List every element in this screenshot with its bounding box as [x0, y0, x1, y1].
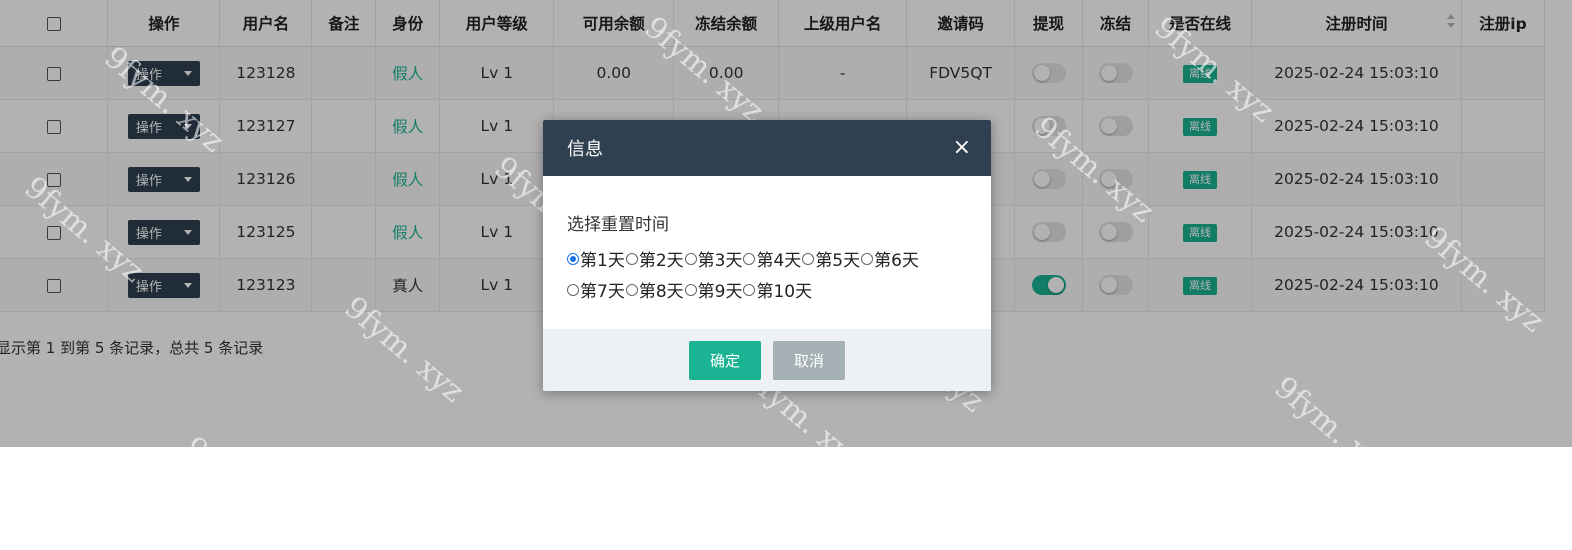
radio-button[interactable] [861, 252, 874, 265]
watermark-text: 9fym. xyz [17, 170, 151, 290]
radio-button[interactable] [743, 252, 756, 265]
reset-time-prompt: 选择重置时间 [567, 215, 669, 235]
dialog-body: 选择重置时间 第1天 第2天 第3天 第4天 第5天 第6天第7天 第8天 第9天 第10天 [543, 176, 991, 329]
watermark-text: 9fym. xyz [177, 430, 311, 550]
watermark-text: 9fym. xyz [637, 10, 771, 130]
day-radio-option[interactable]: 第2天 [625, 243, 684, 274]
day-radio-label: 第8天 [638, 282, 684, 302]
day-radio-group: 第1天 第2天 第3天 第4天 第5天 第6天第7天 第8天 第9天 第10天 [567, 243, 967, 305]
cancel-button[interactable]: 取消 [773, 340, 845, 380]
confirm-button[interactable]: 确定 [689, 340, 761, 380]
radio-button[interactable] [567, 252, 579, 265]
day-radio-label: 第4天 [756, 251, 802, 271]
day-radio-label: 第7天 [580, 282, 625, 302]
day-radio-label: 第10天 [756, 282, 813, 302]
dialog-title: 信息 [567, 139, 603, 160]
day-radio-label: 第5天 [815, 251, 861, 271]
day-radio-label: 第2天 [638, 251, 684, 271]
day-radio-option[interactable]: 第5天 [802, 243, 860, 274]
radio-button[interactable] [625, 252, 638, 265]
radio-button[interactable] [625, 283, 638, 296]
day-radio-label: 第6天 [874, 251, 919, 271]
radio-button[interactable] [743, 283, 756, 296]
radio-button[interactable] [567, 283, 579, 296]
day-radio-label: 第9天 [697, 282, 743, 302]
day-radio-label: 第1天 [580, 251, 625, 271]
day-radio-option[interactable]: 第9天 [684, 274, 743, 305]
day-radio-label: 第3天 [697, 251, 743, 271]
day-radio-option[interactable]: 第1天 [567, 243, 625, 274]
day-radio-option[interactable]: 第7天 [567, 274, 625, 305]
watermark-text: 9fym. xyz [1147, 10, 1281, 130]
day-radio-option[interactable]: 第10天 [743, 274, 812, 305]
day-radio-option[interactable]: 第4天 [743, 243, 801, 274]
watermark-text: 9fym. xyz [337, 290, 471, 410]
dialog-header: 信息 × [543, 120, 991, 176]
watermark-text: 9fym. xyz [97, 40, 231, 160]
radio-button[interactable] [802, 252, 815, 265]
close-icon[interactable]: × [953, 137, 971, 159]
day-radio-option[interactable]: 第8天 [625, 274, 684, 305]
day-radio-option[interactable]: 第6天 [861, 243, 919, 274]
day-radio-option[interactable]: 第3天 [684, 243, 743, 274]
radio-button[interactable] [684, 252, 697, 265]
watermark-text: 9fym. xyz [1027, 110, 1161, 230]
dialog-footer: 确定 取消 [543, 329, 991, 391]
reset-time-dialog: 信息 × 选择重置时间 第1天 第2天 第3天 第4天 第5天 第6天第7天 第8天 第9天第… [543, 120, 991, 391]
watermark-text: 9fym. xyz [1417, 220, 1551, 340]
radio-button[interactable] [684, 283, 697, 296]
watermark-text: 9fym. xyz [1267, 370, 1401, 490]
